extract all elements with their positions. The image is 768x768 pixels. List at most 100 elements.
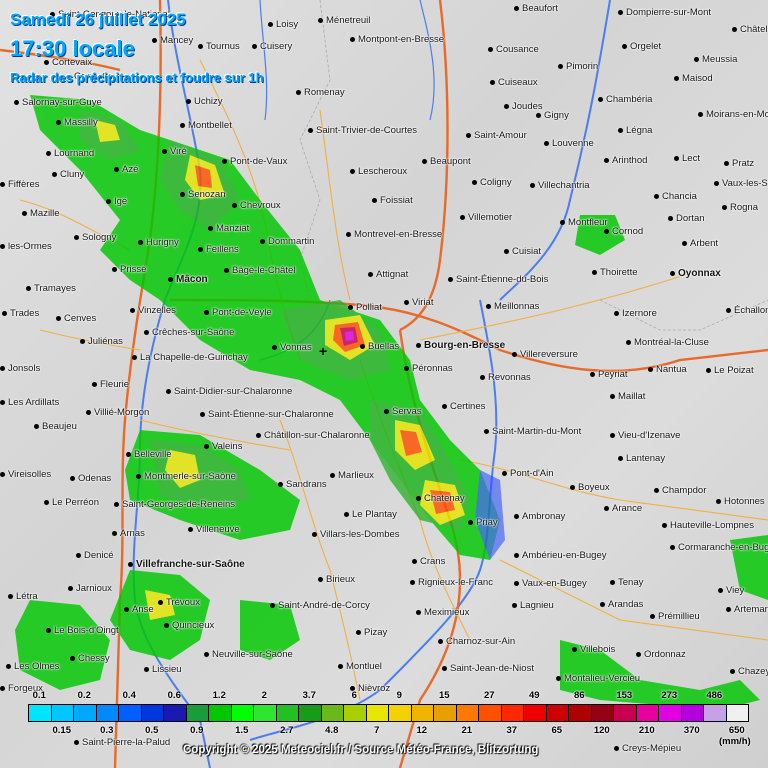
legend-swatch bbox=[568, 704, 592, 722]
town-name: Revonnas bbox=[488, 372, 531, 383]
town-name: Cuisery bbox=[260, 41, 293, 52]
town-label: Oyonnax bbox=[670, 269, 721, 279]
town-name: Hauteville-Lompnes bbox=[670, 520, 754, 531]
town-name: Prissé bbox=[120, 264, 147, 275]
town-name: Dortan bbox=[676, 213, 705, 224]
town-dot-icon bbox=[0, 181, 5, 187]
town-name: Rignieux-le-Franc bbox=[418, 577, 493, 588]
town-label: Saint-Pierre-la-Palud bbox=[74, 738, 170, 748]
town-label: Villié-Morgon bbox=[86, 408, 149, 418]
town-dot-icon bbox=[674, 155, 679, 161]
legend-swatch bbox=[703, 704, 727, 722]
copyright-notice: Copyright © 2025 Meteociel.fr / Source M… bbox=[183, 744, 539, 756]
town-label: Senozan bbox=[180, 190, 226, 200]
radar-map[interactable]: Saint-Gengoux-le-National Loisy Ménetreuil… bbox=[0, 0, 768, 768]
town-dot-icon bbox=[514, 580, 519, 586]
town-dot-icon bbox=[112, 266, 117, 272]
legend-swatch bbox=[118, 704, 142, 722]
town-name: Jonsols bbox=[8, 363, 41, 374]
town-label: Prémillieu bbox=[650, 612, 700, 622]
town-name: Lournand bbox=[54, 148, 95, 159]
town-label: Létra bbox=[8, 592, 38, 602]
town-name: Thoirette bbox=[600, 267, 638, 278]
town-dot-icon bbox=[622, 43, 627, 49]
town-dot-icon bbox=[662, 522, 667, 528]
town-label: Cormaranche-en-Bugey bbox=[670, 543, 768, 553]
town-name: Vieu-d'Izenave bbox=[618, 430, 681, 441]
town-dot-icon bbox=[706, 367, 711, 373]
town-label: Attignat bbox=[368, 270, 408, 280]
town-dot-icon bbox=[726, 307, 731, 313]
town-dot-icon bbox=[484, 428, 489, 434]
town-label: Lect bbox=[674, 154, 700, 164]
legend-value: 486 bbox=[706, 690, 723, 701]
town-dot-icon bbox=[200, 411, 205, 417]
town-dot-icon bbox=[138, 239, 143, 245]
town-dot-icon bbox=[514, 552, 519, 558]
town-label: Marlieux bbox=[330, 471, 374, 481]
town-name: Chazey bbox=[738, 666, 768, 677]
town-name: Massilly bbox=[64, 117, 98, 128]
town-dot-icon bbox=[714, 180, 719, 186]
town-label: Saint-Étienne-du-Bois bbox=[448, 275, 548, 285]
town-name: Feillens bbox=[206, 244, 239, 255]
town-name: Vireisolles bbox=[8, 469, 52, 480]
town-dot-icon bbox=[404, 299, 409, 305]
town-name: Villeneuve bbox=[196, 524, 240, 535]
town-label: Montmerle-sur-Saône bbox=[136, 472, 236, 482]
town-name: Vinzelles bbox=[138, 305, 176, 316]
town-name: Cormaranche-en-Bugey bbox=[678, 542, 768, 553]
legend-value: 37 bbox=[506, 725, 518, 736]
town-dot-icon bbox=[14, 99, 19, 105]
town-name: Priay bbox=[476, 517, 498, 528]
town-dot-icon bbox=[0, 471, 5, 477]
town-dot-icon bbox=[360, 343, 365, 349]
town-dot-icon bbox=[604, 228, 609, 234]
legend-value: 650 bbox=[728, 725, 745, 736]
town-name: Maisod bbox=[682, 73, 713, 84]
town-label: Cuisery bbox=[252, 42, 292, 52]
town-name: Les Ardillats bbox=[8, 397, 60, 408]
town-dot-icon bbox=[604, 505, 609, 511]
town-label: Tenay bbox=[610, 578, 643, 588]
town-label: Fleurie bbox=[92, 380, 129, 390]
town-name: Vonnas bbox=[280, 342, 312, 353]
town-label: Viriat bbox=[404, 298, 433, 308]
town-dot-icon bbox=[514, 513, 519, 519]
town-name: Montalieu-Vercieu bbox=[564, 673, 641, 684]
town-name: Villechantria bbox=[538, 180, 590, 191]
town-dot-icon bbox=[716, 498, 721, 504]
town-name: Ordonnaz bbox=[644, 649, 686, 660]
town-label: Mazille bbox=[22, 209, 60, 219]
town-dot-icon bbox=[442, 403, 447, 409]
town-dot-icon bbox=[610, 432, 615, 438]
town-dot-icon bbox=[46, 627, 51, 633]
town-dot-icon bbox=[86, 409, 91, 415]
town-label: Cuisiat bbox=[504, 247, 541, 257]
town-label: Uchizy bbox=[186, 97, 223, 107]
town-label: Ambronay bbox=[514, 512, 565, 522]
town-label: Valeins bbox=[204, 442, 242, 452]
town-dot-icon bbox=[530, 182, 535, 188]
town-name: Beaujeu bbox=[42, 421, 77, 432]
town-label: La Chapelle-de-Guinchay bbox=[132, 353, 248, 363]
town-label: Cousance bbox=[488, 45, 539, 55]
town-dot-icon bbox=[22, 210, 27, 216]
town-dot-icon bbox=[0, 243, 5, 249]
town-label: Lantenay bbox=[618, 454, 665, 464]
town-name: Artemare bbox=[734, 604, 768, 615]
town-label: Jonsols bbox=[0, 364, 40, 374]
town-label: Izernore bbox=[614, 309, 657, 319]
town-name: Lissieu bbox=[152, 664, 182, 675]
legend-value: 4.8 bbox=[325, 725, 339, 736]
town-label: Coligny bbox=[472, 178, 512, 188]
town-name: Nantua bbox=[656, 364, 687, 375]
town-label: Peyriat bbox=[590, 370, 628, 380]
town-label: Birieux bbox=[318, 575, 355, 585]
town-name: Péronnas bbox=[412, 363, 453, 374]
town-dot-icon bbox=[114, 501, 119, 507]
town-name: Arandas bbox=[608, 599, 644, 610]
town-name: Orgelet bbox=[630, 41, 662, 52]
town-name: Vaux-en-Bugey bbox=[522, 578, 587, 589]
town-name: Pimorin bbox=[566, 61, 599, 72]
